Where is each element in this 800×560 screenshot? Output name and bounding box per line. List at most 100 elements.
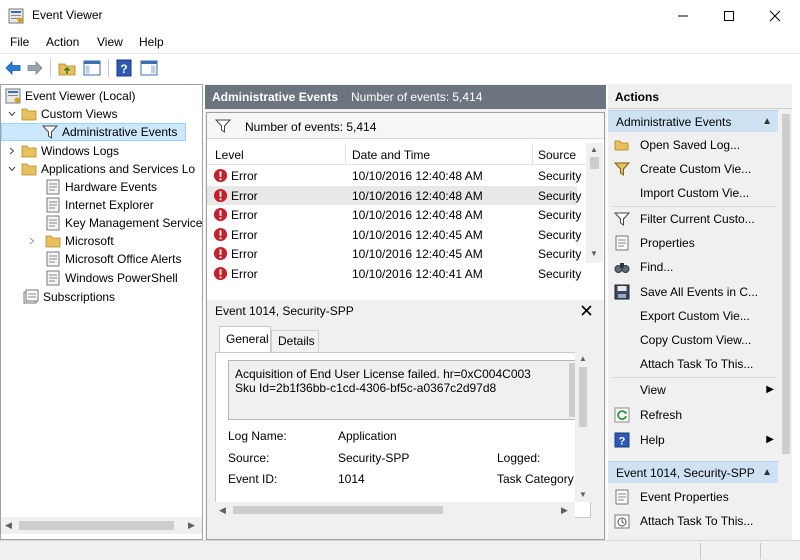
action-copy-custom-view[interactable]: Copy Custom View... — [608, 329, 778, 351]
action-label: Open Saved Log... — [640, 138, 741, 152]
action-event-properties[interactable]: Event Properties — [608, 486, 778, 508]
error-icon — [213, 168, 228, 183]
tree-label: Microsoft — [65, 234, 114, 248]
scroll-up-arrow-icon[interactable]: ▲ — [590, 145, 598, 154]
event-detail-header: Event 1014, Security-SPP — [207, 300, 604, 322]
tab-general[interactable]: General — [219, 326, 271, 352]
table-row[interactable]: Error 10/10/2016 12:40:45 AM Security — [207, 244, 581, 264]
scrollbar-thumb[interactable] — [233, 506, 443, 514]
action-filter-current-custom-view[interactable]: Filter Current Custo... — [608, 208, 778, 230]
table-row[interactable]: Error 10/10/2016 12:40:41 AM Security — [207, 264, 581, 284]
actions-section-event-1014[interactable]: Event 1014, Security-SPP ▲ — [608, 461, 778, 483]
table-row[interactable]: Error 10/10/2016 12:40:48 AM Security — [207, 185, 581, 205]
collapse-up-icon[interactable]: ▲ — [762, 116, 772, 127]
table-row[interactable]: Error 10/10/2016 12:40:48 AM Security — [207, 205, 581, 225]
scroll-left-arrow-icon[interactable]: ◀ — [5, 520, 12, 531]
tree-item-administrative-events[interactable]: Administrative Events — [1, 123, 186, 141]
action-help[interactable]: ? Help ▶ — [608, 429, 778, 451]
refresh-icon — [614, 407, 630, 423]
folder-icon — [21, 163, 37, 176]
action-label: Properties — [640, 236, 695, 250]
column-header-date-time[interactable]: Date and Time — [352, 148, 430, 162]
actions-vertical-scrollbar[interactable] — [780, 110, 792, 540]
row-level: Error — [231, 266, 258, 281]
toolbar-separator — [50, 59, 51, 77]
detail-horizontal-scrollbar[interactable]: ◀ ▶ — [215, 502, 575, 518]
action-view[interactable]: View ▶ — [608, 379, 778, 401]
tree-item-internet-explorer[interactable]: Internet Explorer — [45, 196, 154, 214]
action-refresh[interactable]: Refresh — [608, 404, 778, 426]
filter-icon — [42, 125, 58, 139]
tree-item-microsoft-office-alerts[interactable]: Microsoft Office Alerts — [45, 250, 181, 268]
collapse-up-icon[interactable]: ▲ — [762, 467, 772, 478]
action-create-custom-view[interactable]: Create Custom Vie... — [608, 158, 778, 180]
back-arrow-icon[interactable] — [4, 59, 22, 77]
scroll-down-arrow-icon[interactable]: ▼ — [579, 490, 587, 499]
tree-item-windows-powershell[interactable]: Windows PowerShell — [45, 269, 178, 287]
event-list-vertical-scrollbar[interactable]: ▲ ▼ — [586, 143, 603, 263]
scroll-right-arrow-icon[interactable]: ▶ — [188, 520, 195, 531]
detail-vertical-scrollbar[interactable]: ▲ ▼ — [575, 352, 591, 502]
scroll-up-arrow-icon[interactable]: ▲ — [579, 354, 587, 363]
show-hide-console-tree-icon[interactable] — [83, 59, 101, 77]
action-export-custom-view[interactable]: Export Custom Vie... — [608, 305, 778, 327]
scrollbar-thumb[interactable] — [590, 157, 599, 169]
tree-item-applications-and-services[interactable]: Applications and Services Lo — [7, 160, 195, 178]
log-name-value: Application — [338, 429, 397, 443]
tree-item-key-management-service[interactable]: Key Management Service — [45, 214, 202, 232]
action-import-custom-view[interactable]: Import Custom Vie... — [608, 182, 778, 204]
action-save-all-events[interactable]: Save All Events in C... — [608, 281, 778, 303]
scroll-right-arrow-icon[interactable]: ▶ — [561, 505, 568, 516]
row-source: Security — [538, 247, 582, 261]
tree-item-microsoft[interactable]: Microsoft — [27, 232, 114, 250]
scroll-down-arrow-icon[interactable]: ▼ — [590, 249, 598, 258]
chevron-right-icon[interactable] — [27, 236, 37, 246]
help-icon: ? — [614, 432, 630, 448]
error-icon — [213, 188, 228, 202]
menu-help[interactable]: Help — [139, 35, 164, 49]
menu-file[interactable]: File — [10, 35, 29, 49]
tree-item-event-viewer-local[interactable]: Event Viewer (Local) — [5, 87, 136, 105]
status-separator — [760, 543, 761, 559]
up-folder-icon[interactable] — [58, 59, 76, 77]
maximize-button[interactable] — [706, 0, 752, 32]
tree-item-custom-views[interactable]: Custom Views — [7, 105, 117, 123]
tree-horizontal-scrollbar[interactable]: ◀ ▶ — [1, 517, 202, 534]
action-attach-task-to-event[interactable]: Attach Task To This... — [608, 510, 778, 532]
action-attach-task[interactable]: Attach Task To This... — [608, 353, 778, 375]
column-header-level[interactable]: Level — [215, 148, 244, 162]
close-button[interactable] — [752, 0, 798, 32]
column-header-source[interactable]: Source — [538, 148, 576, 162]
menu-view[interactable]: View — [97, 35, 123, 49]
source-label: Source: — [228, 451, 270, 465]
status-bar — [0, 540, 800, 560]
chevron-down-icon[interactable] — [7, 164, 17, 174]
row-date-time: 10/10/2016 12:40:41 AM — [352, 266, 483, 281]
action-properties[interactable]: Properties — [608, 232, 778, 254]
chevron-right-icon[interactable] — [7, 146, 17, 156]
help-icon[interactable]: ? — [115, 59, 133, 77]
tab-details[interactable]: Details — [271, 330, 319, 352]
tree-item-hardware-events[interactable]: Hardware Events — [45, 178, 157, 196]
close-icon[interactable] — [581, 305, 592, 316]
scrollbar-thumb[interactable] — [579, 367, 587, 427]
actions-section-administrative-events[interactable]: Administrative Events ▲ — [608, 110, 778, 132]
action-find[interactable]: Find... — [608, 256, 778, 278]
forward-arrow-icon[interactable] — [26, 59, 44, 77]
actions-separator — [612, 377, 776, 378]
error-icon — [213, 246, 228, 261]
subscriptions-icon — [23, 289, 39, 304]
show-hide-action-pane-icon[interactable] — [140, 59, 158, 77]
event-message-box[interactable]: Acquisition of End User License failed. … — [228, 360, 578, 420]
table-row[interactable]: Error 10/10/2016 12:40:45 AM Security — [207, 225, 581, 245]
table-row[interactable]: Error 10/10/2016 12:40:48 AM Security — [207, 166, 581, 186]
action-open-saved-log[interactable]: Open Saved Log... — [608, 134, 778, 156]
scrollbar-thumb[interactable] — [19, 521, 174, 530]
chevron-down-icon[interactable] — [7, 109, 17, 119]
tree-item-windows-logs[interactable]: Windows Logs — [7, 142, 119, 160]
scroll-left-arrow-icon[interactable]: ◀ — [219, 505, 226, 516]
minimize-button[interactable] — [660, 0, 706, 32]
scrollbar-thumb[interactable] — [782, 114, 790, 454]
tree-item-subscriptions[interactable]: Subscriptions — [23, 288, 115, 306]
menu-action[interactable]: Action — [46, 35, 79, 49]
